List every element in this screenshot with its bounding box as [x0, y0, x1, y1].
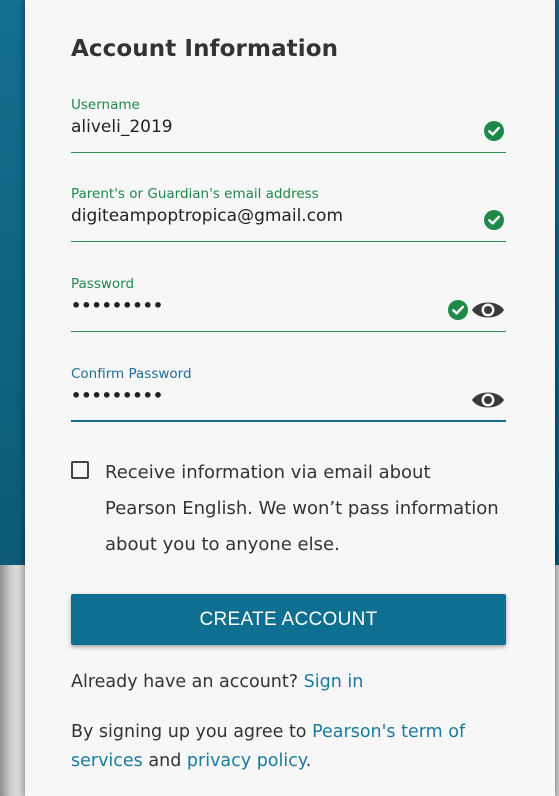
- signin-line: Already have an account? Sign in: [71, 672, 363, 692]
- username-field[interactable]: Username aliveli_2019: [71, 97, 506, 153]
- guardian-email-field[interactable]: Parent's or Guardian's email address dig…: [71, 186, 506, 242]
- guardian-email-underline: [71, 240, 506, 242]
- opt-in-checkbox[interactable]: [71, 461, 89, 479]
- password-field[interactable]: Password •••••••••: [71, 276, 506, 332]
- form-title: Account Information: [71, 36, 339, 62]
- username-input[interactable]: aliveli_2019: [71, 117, 173, 137]
- signin-link[interactable]: Sign in: [304, 672, 364, 692]
- confirm-password-field[interactable]: Confirm Password •••••••••: [71, 366, 506, 422]
- confirm-password-underline: [71, 420, 506, 422]
- username-label: Username: [71, 97, 140, 113]
- guardian-email-label: Parent's or Guardian's email address: [71, 186, 319, 202]
- terms-text: By signing up you agree to Pearson's ter…: [71, 718, 511, 776]
- signin-prompt: Already have an account?: [71, 672, 299, 692]
- password-underline: [71, 330, 506, 332]
- confirm-password-input[interactable]: •••••••••: [71, 386, 163, 405]
- eye-icon[interactable]: [470, 388, 506, 412]
- create-account-button[interactable]: CREATE ACCOUNT: [71, 594, 506, 645]
- page: Account Information Username aliveli_201…: [0, 0, 559, 796]
- account-form-card: Account Information Username aliveli_201…: [25, 0, 555, 796]
- check-circle-icon: [484, 121, 504, 141]
- confirm-password-label: Confirm Password: [71, 366, 192, 382]
- opt-in-label: Receive information via email about Pear…: [105, 462, 499, 555]
- check-circle-icon: [448, 300, 468, 320]
- privacy-policy-link[interactable]: privacy policy: [187, 751, 306, 771]
- terms-suffix: .: [305, 751, 312, 771]
- password-label: Password: [71, 276, 135, 292]
- check-circle-icon: [484, 210, 504, 230]
- eye-icon[interactable]: [470, 298, 506, 322]
- password-input[interactable]: •••••••••: [71, 296, 163, 315]
- terms-prefix: By signing up you agree to: [71, 722, 307, 742]
- username-underline: [71, 151, 506, 153]
- terms-and: and: [148, 751, 182, 771]
- guardian-email-input[interactable]: digiteampoptropica@gmail.com: [71, 206, 343, 226]
